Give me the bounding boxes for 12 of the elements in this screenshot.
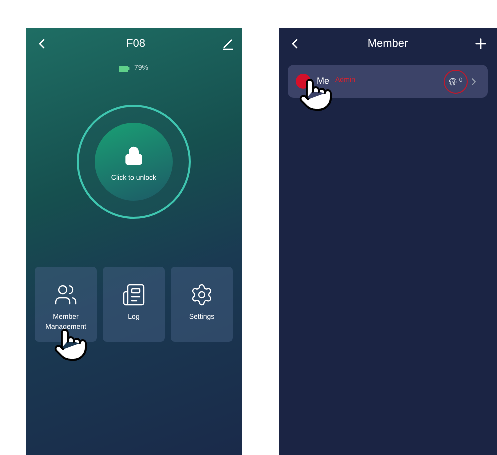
hand-pointer-icon xyxy=(298,77,334,113)
screen-title: Member xyxy=(368,36,408,52)
add-icon[interactable] xyxy=(473,36,489,52)
people-icon xyxy=(54,282,78,306)
newspaper-icon xyxy=(122,282,146,306)
edit-icon[interactable] xyxy=(222,38,234,50)
settings-icon xyxy=(190,282,214,306)
lock-icon xyxy=(124,146,144,166)
fingerprint-icon xyxy=(449,78,458,86)
member-name: Me xyxy=(317,74,330,88)
battery-icon xyxy=(119,66,130,72)
screen-title: F08 xyxy=(126,36,146,52)
